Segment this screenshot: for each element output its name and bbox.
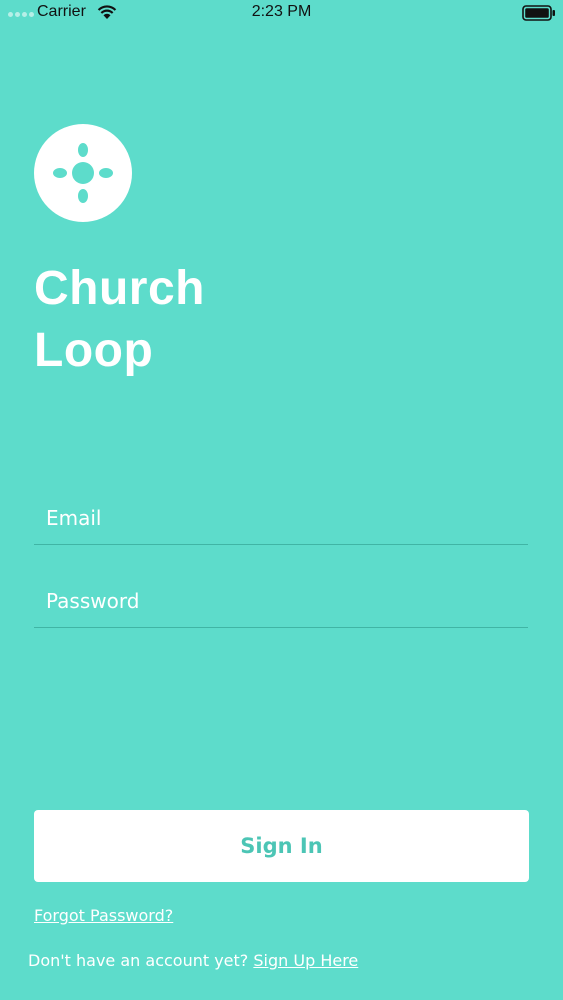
no-account-text: Don't have an account yet? — [28, 951, 254, 970]
sign-in-button[interactable]: Sign In — [34, 810, 529, 882]
email-field[interactable] — [34, 492, 528, 544]
app-title: Church Loop — [34, 258, 205, 382]
email-field-container — [34, 492, 528, 545]
app-title-line-1: Church — [34, 262, 205, 315]
app-title-line-2: Loop — [34, 324, 154, 377]
forgot-password-link[interactable]: Forgot Password? — [34, 906, 173, 925]
sign-up-link[interactable]: Sign Up Here — [253, 951, 358, 970]
battery-icon — [522, 5, 555, 21]
sign-up-prompt: Don't have an account yet? Sign Up Here — [28, 951, 358, 970]
status-time: 2:23 PM — [251, 3, 312, 20]
status-bar: Carrier 2:23 PM — [0, 0, 563, 28]
password-field-container — [34, 575, 528, 628]
church-loop-logo-icon — [34, 124, 132, 222]
password-field[interactable] — [34, 575, 528, 627]
